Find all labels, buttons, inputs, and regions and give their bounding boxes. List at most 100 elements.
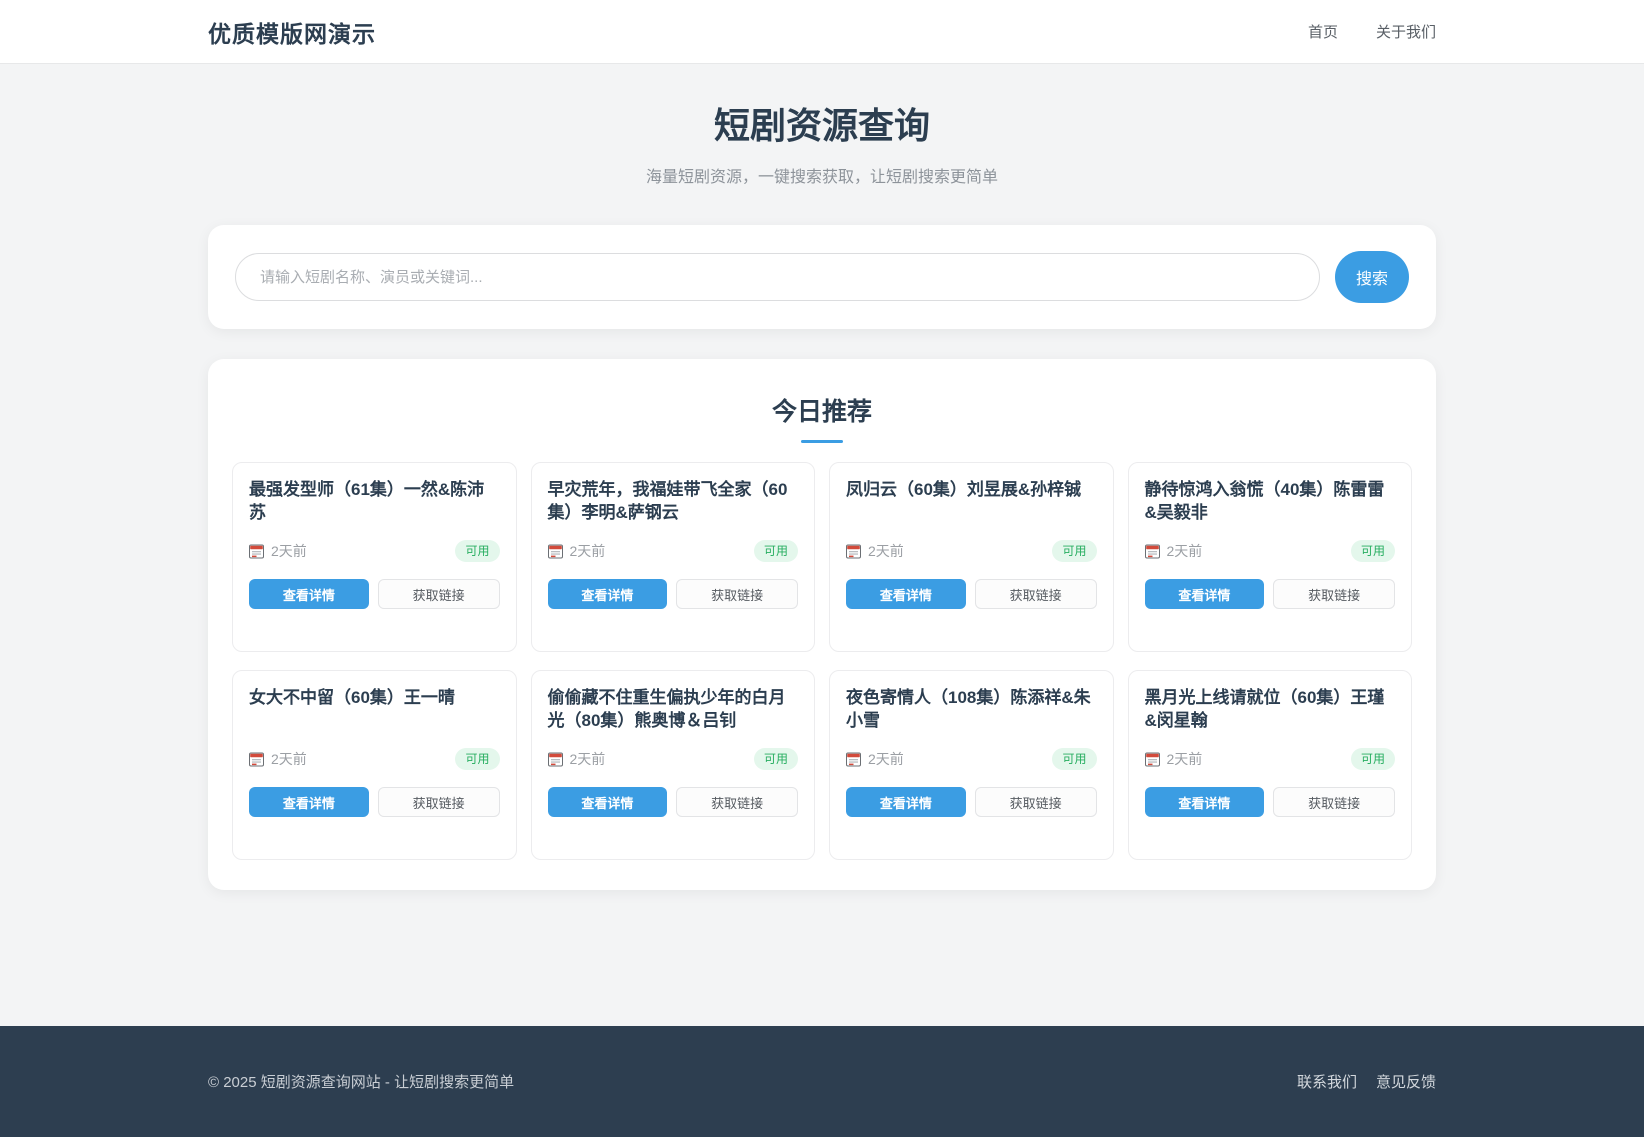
status-badge: 可用 xyxy=(753,748,798,770)
drama-meta: 2天前 xyxy=(846,541,904,561)
calendar-icon xyxy=(249,544,264,559)
drama-meta-row: 2天前 可用 xyxy=(846,524,1097,562)
copyright-text: © 2025 短剧资源查询网站 - 让短剧搜索更简单 xyxy=(208,1074,515,1091)
drama-card: 凤归云（60集）刘昱展&孙梓铖 2天前 可用 查看详情 获取链接 xyxy=(829,462,1114,652)
site-header: 优质模版网演示 首页 关于我们 xyxy=(0,0,1644,64)
drama-title: 最强发型师（61集）一然&陈沛苏 xyxy=(249,480,485,522)
page-main: 短剧资源查询 海量短剧资源，一键搜索获取，让短剧搜索更简单 搜索 今日推荐 最强… xyxy=(0,64,1644,1026)
calendar-icon xyxy=(846,752,861,767)
drama-card: 女大不中留（60集）王一晴 2天前 可用 查看详情 获取链接 xyxy=(232,670,517,860)
view-details-button[interactable]: 查看详情 xyxy=(1144,579,1265,609)
view-details-button[interactable]: 查看详情 xyxy=(249,579,369,609)
drama-time: 2天前 xyxy=(868,751,904,767)
drama-meta: 2天前 xyxy=(547,749,606,769)
view-details-button[interactable]: 查看详情 xyxy=(1144,787,1265,817)
get-link-button[interactable]: 获取链接 xyxy=(1273,787,1395,817)
drama-time: 2天前 xyxy=(569,751,606,767)
status-badge: 可用 xyxy=(1052,540,1097,562)
section-title-underline xyxy=(801,440,843,443)
get-link-button[interactable]: 获取链接 xyxy=(676,787,798,817)
drama-meta: 2天前 xyxy=(1144,749,1203,769)
drama-actions: 查看详情 获取链接 xyxy=(846,787,1097,817)
drama-grid: 最强发型师（61集）一然&陈沛苏 2天前 可用 查看详情 获取链接 早灾荒年，我… xyxy=(232,462,1412,860)
drama-title: 黑月光上线请就位（60集）王瑾&闵星翰 xyxy=(1144,688,1385,730)
drama-meta: 2天前 xyxy=(1144,541,1203,561)
get-link-button[interactable]: 获取链接 xyxy=(377,787,500,817)
drama-meta-row: 2天前 可用 xyxy=(1144,524,1395,562)
drama-meta-row: 2天前 可用 xyxy=(1144,732,1395,770)
drama-actions: 查看详情 获取链接 xyxy=(547,579,798,609)
drama-card: 黑月光上线请就位（60集）王瑾&闵星翰 2天前 可用 查看详情 获取链接 xyxy=(1127,670,1412,860)
calendar-icon xyxy=(547,752,563,767)
drama-actions: 查看详情 获取链接 xyxy=(547,787,798,817)
search-button[interactable]: 搜索 xyxy=(1335,251,1409,303)
drama-meta: 2天前 xyxy=(249,749,307,769)
footer-links: 联系我们 意见反馈 xyxy=(1297,1071,1436,1092)
view-details-button[interactable]: 查看详情 xyxy=(547,787,668,817)
drama-actions: 查看详情 获取链接 xyxy=(846,579,1097,609)
recommend-section: 今日推荐 最强发型师（61集）一然&陈沛苏 2天前 可用 查看详情 获取链接 早… xyxy=(208,359,1436,890)
status-badge: 可用 xyxy=(1052,748,1097,770)
drama-time: 2天前 xyxy=(1166,751,1203,767)
drama-meta-row: 2天前 可用 xyxy=(547,732,798,770)
drama-title: 夜色寄情人（108集）陈添祥&朱小雪 xyxy=(846,688,1091,730)
search-input[interactable] xyxy=(235,253,1320,301)
calendar-icon xyxy=(249,752,264,767)
drama-title: 偷偷藏不住重生偏执少年的白月光（80集）熊奥博＆吕钊 xyxy=(547,688,786,730)
drama-title: 静待惊鸿入翁慌（40集）陈雷雷&吴毅非 xyxy=(1144,480,1385,522)
view-details-button[interactable]: 查看详情 xyxy=(846,579,966,609)
status-badge: 可用 xyxy=(753,540,798,562)
drama-meta-row: 2天前 可用 xyxy=(249,524,500,562)
calendar-icon xyxy=(547,544,563,559)
footer-link-contact[interactable]: 联系我们 xyxy=(1297,1071,1357,1092)
page-title: 短剧资源查询 xyxy=(713,105,930,146)
drama-time: 2天前 xyxy=(271,751,307,767)
calendar-icon xyxy=(846,544,861,559)
calendar-icon xyxy=(1144,544,1160,559)
get-link-button[interactable]: 获取链接 xyxy=(377,579,500,609)
drama-card: 早灾荒年，我福娃带飞全家（60集）李明&萨钢云 2天前 可用 查看详情 获取链接 xyxy=(530,462,815,652)
drama-time: 2天前 xyxy=(868,543,904,559)
status-badge: 可用 xyxy=(455,540,500,562)
status-badge: 可用 xyxy=(1350,540,1395,562)
get-link-button[interactable]: 获取链接 xyxy=(974,787,1097,817)
view-details-button[interactable]: 查看详情 xyxy=(249,787,369,817)
drama-meta-row: 2天前 可用 xyxy=(249,732,500,770)
drama-card: 夜色寄情人（108集）陈添祥&朱小雪 2天前 可用 查看详情 获取链接 xyxy=(829,670,1114,860)
status-badge: 可用 xyxy=(1350,748,1395,770)
nav-about[interactable]: 关于我们 xyxy=(1376,21,1436,42)
get-link-button[interactable]: 获取链接 xyxy=(1273,579,1395,609)
drama-title: 早灾荒年，我福娃带飞全家（60集）李明&萨钢云 xyxy=(547,480,788,522)
drama-card: 偷偷藏不住重生偏执少年的白月光（80集）熊奥博＆吕钊 2天前 可用 查看详情 获 xyxy=(530,670,815,860)
drama-actions: 查看详情 获取链接 xyxy=(1144,579,1395,609)
site-footer: © 2025 短剧资源查询网站 - 让短剧搜索更简单 联系我们 意见反馈 xyxy=(0,1026,1644,1137)
get-link-button[interactable]: 获取链接 xyxy=(974,579,1097,609)
drama-card: 最强发型师（61集）一然&陈沛苏 2天前 可用 查看详情 获取链接 xyxy=(232,462,517,652)
drama-actions: 查看详情 获取链接 xyxy=(249,579,500,609)
drama-meta-row: 2天前 可用 xyxy=(547,524,798,562)
search-bar: 搜索 xyxy=(208,225,1436,329)
footer-link-feedback[interactable]: 意见反馈 xyxy=(1376,1071,1436,1092)
drama-meta-row: 2天前 可用 xyxy=(846,732,1097,770)
drama-time: 2天前 xyxy=(569,543,606,559)
drama-title: 凤归云（60集）刘昱展&孙梓铖 xyxy=(846,480,1082,499)
drama-time: 2天前 xyxy=(271,543,307,559)
view-details-button[interactable]: 查看详情 xyxy=(846,787,966,817)
drama-title: 女大不中留（60集）王一晴 xyxy=(249,688,455,707)
drama-time: 2天前 xyxy=(1166,543,1203,559)
status-badge: 可用 xyxy=(455,748,500,770)
drama-meta: 2天前 xyxy=(547,541,606,561)
site-logo[interactable]: 优质模版网演示 xyxy=(208,15,376,49)
drama-actions: 查看详情 获取链接 xyxy=(249,787,500,817)
view-details-button[interactable]: 查看详情 xyxy=(547,579,668,609)
top-nav: 首页 关于我们 xyxy=(1308,21,1436,42)
drama-meta: 2天前 xyxy=(249,541,307,561)
drama-meta: 2天前 xyxy=(846,749,904,769)
nav-home[interactable]: 首页 xyxy=(1308,21,1338,42)
calendar-icon xyxy=(1144,752,1160,767)
drama-actions: 查看详情 获取链接 xyxy=(1144,787,1395,817)
page-subtitle: 海量短剧资源，一键搜索获取，让短剧搜索更简单 xyxy=(645,169,998,186)
section-title: 今日推荐 xyxy=(771,398,872,426)
hero-section: 短剧资源查询 海量短剧资源，一键搜索获取，让短剧搜索更简单 xyxy=(0,64,1644,187)
get-link-button[interactable]: 获取链接 xyxy=(676,579,798,609)
